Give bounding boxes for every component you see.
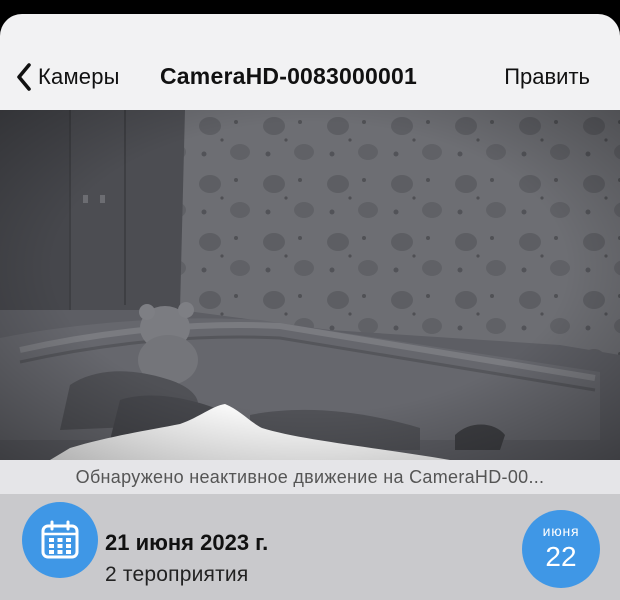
event-date: 21 июня 2023 г.: [105, 530, 269, 555]
day-selector-button[interactable]: июня 22: [522, 510, 600, 588]
motion-event-caption[interactable]: Обнаружено неактивное движение на Camera…: [0, 460, 620, 494]
camera-feed[interactable]: [0, 110, 620, 460]
camera-feed-image: [0, 110, 620, 460]
navigation-bar: Камеры CameraHD-0083000001 Править: [0, 14, 620, 110]
calendar-icon: [41, 520, 79, 559]
back-button[interactable]: Камеры: [16, 60, 120, 94]
day-month-label: июня: [542, 523, 580, 539]
chevron-left-icon: [17, 63, 31, 91]
calendar-button[interactable]: [22, 502, 98, 578]
page-title: CameraHD-0083000001: [160, 63, 417, 89]
edit-button[interactable]: Править: [504, 64, 590, 90]
event-summary-bar: 21 июня 2023 г. 2 тероприятия июня 22: [0, 494, 620, 600]
day-number-label: 22: [545, 541, 577, 572]
status-bar: [0, 0, 620, 14]
event-count: 2 тероприятия: [105, 563, 249, 586]
back-button-label: Камеры: [38, 64, 120, 89]
